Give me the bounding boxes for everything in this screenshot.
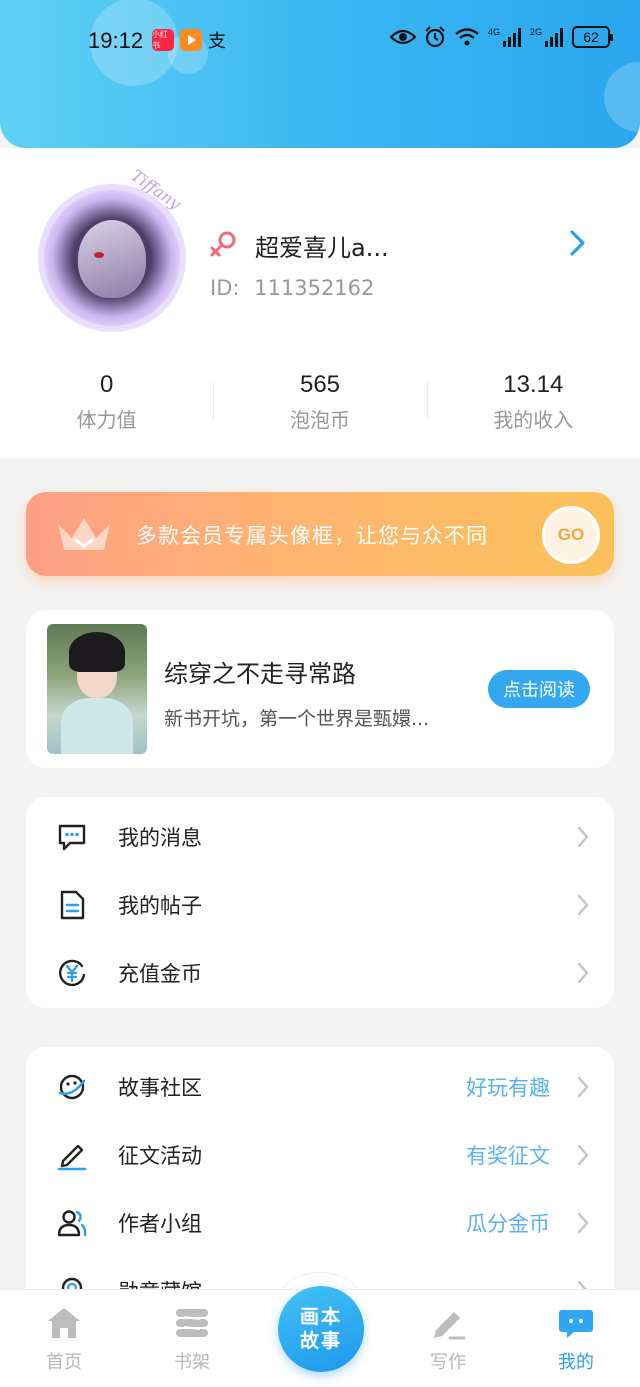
profile-section: Tiffany 超爱喜儿a... ID: 111352162 0 体力值 565… [0,148,640,458]
wifi-icon [455,28,479,46]
center-button-label: 画本故事 [299,1306,342,1352]
chevron-right-icon[interactable] [566,226,590,260]
tab-label: 我的 [558,1352,594,1373]
profile-chat-icon [559,1310,593,1338]
play-app-icon [180,29,202,51]
tab-bookshelf[interactable]: 书架 [142,1290,242,1387]
decor-bubble [604,62,640,132]
user-id-value: 111352162 [254,276,375,300]
alipay-icon: 支 [208,31,226,51]
avatar-frame-text: Tiffany [127,165,185,214]
menu-label: 征文活动 [118,1144,202,1168]
menu-label: 充值金币 [118,962,202,986]
menu-item-author-group[interactable]: 作者小组 瓜分金币 [26,1187,614,1255]
menu-label: 故事社区 [118,1076,202,1100]
user-id: ID: 111352162 [210,276,374,300]
alarm-icon [425,26,445,48]
eye-icon [389,29,416,45]
vip-banner-text: 多款会员专属头像框，让您与众不同 [136,524,488,548]
book-description: 新书开坑，第一个世界是甄嬛... [164,708,430,730]
pen-icon [57,1144,87,1171]
vip-avatar-frame-banner[interactable]: 多款会员专属头像框，让您与众不同 GO [26,492,614,576]
female-icon [210,231,236,257]
user-id-label: ID: [210,276,240,300]
signal-icon [545,28,563,47]
avatar[interactable]: Tiffany [44,166,184,326]
header-banner: 19:12 小红书 支 4G 2G 62 [0,0,640,148]
menu-label: 我的帖子 [118,894,202,918]
status-icons: 4G 2G 62 [389,26,613,48]
crown-icon [58,518,110,550]
menu-item-contest[interactable]: 征文活动 有奖征文 [26,1119,614,1187]
avatar-face [78,220,146,298]
menu-extra-text: 瓜分金币 [466,1212,550,1236]
book-card[interactable]: 综穿之不走寻常路 新书开坑，第一个世界是甄嬛... 点击阅读 [26,610,614,768]
signal-icon [502,28,521,47]
group-icon [57,1210,87,1237]
stat-value: 0 [99,371,114,398]
network-2g-label: 2G [529,27,542,37]
chevron-right-icon [577,1144,589,1166]
stats-row: 0 体力值 565 泡泡币 13.14 我的收入 [0,370,640,440]
read-button[interactable]: 点击阅读 [488,670,590,708]
nickname[interactable]: 超爱喜儿a... [255,228,389,263]
stat-value: 565 [299,371,341,398]
stat-bubble-coins[interactable]: 565 泡泡币 [213,370,426,440]
home-icon [48,1308,80,1338]
chevron-right-icon [577,894,589,916]
avatar-eye [94,252,104,258]
chevron-right-icon [577,826,589,848]
tab-label: 首页 [46,1352,82,1373]
tab-home[interactable]: 首页 [14,1290,114,1387]
menu-label: 我的消息 [118,826,202,850]
book-title: 综穿之不走寻常路 [164,660,356,688]
write-icon [434,1312,466,1340]
battery-indicator: 62 [572,26,613,48]
book-cover[interactable] [47,624,147,754]
menu-group-community: 故事社区 好玩有趣 征文活动 有奖征文 作者小组 瓜分金币 勋章藏馆 [26,1047,614,1307]
bookshelf-icon [176,1309,208,1337]
tab-write[interactable]: 写作 [398,1290,498,1387]
menu-extra-text: 有奖征文 [466,1144,550,1168]
tab-label: 写作 [430,1352,466,1373]
stat-label: 泡泡币 [289,408,350,432]
planet-icon [58,1074,86,1100]
message-icon [58,824,86,851]
chevron-right-icon [577,1212,589,1234]
menu-group-primary: 我的消息 我的帖子 充值金币 [26,797,614,1008]
tab-label: 书架 [174,1352,210,1373]
stat-label: 体力值 [76,408,137,432]
status-time: 19:12 [88,28,144,53]
cover-figure-body [61,698,133,754]
menu-item-story-community[interactable]: 故事社区 好玩有趣 [26,1051,614,1119]
menu-extra-text: 好玩有趣 [466,1076,550,1100]
stat-value: 13.14 [503,371,564,398]
chevron-right-icon [577,962,589,984]
xiaohongshu-app-icon: 小红书 [152,29,174,51]
stat-income[interactable]: 13.14 我的收入 [426,370,640,440]
picture-story-center-button[interactable]: 画本故事 [278,1286,364,1372]
menu-item-messages[interactable]: 我的消息 [26,801,614,869]
menu-item-recharge[interactable]: 充值金币 [26,937,614,1005]
stat-stamina[interactable]: 0 体力值 [0,370,213,440]
stat-label: 我的收入 [493,408,574,432]
cover-figure-hair [69,632,125,672]
tab-mine[interactable]: 我的 [526,1290,626,1387]
menu-item-posts[interactable]: 我的帖子 [26,869,614,937]
go-button[interactable]: GO [542,506,600,564]
chevron-right-icon [577,1076,589,1098]
document-icon [60,890,85,920]
yen-coin-icon [59,959,86,987]
menu-label: 作者小组 [118,1212,202,1236]
network-4g-label: 4G [487,27,500,37]
